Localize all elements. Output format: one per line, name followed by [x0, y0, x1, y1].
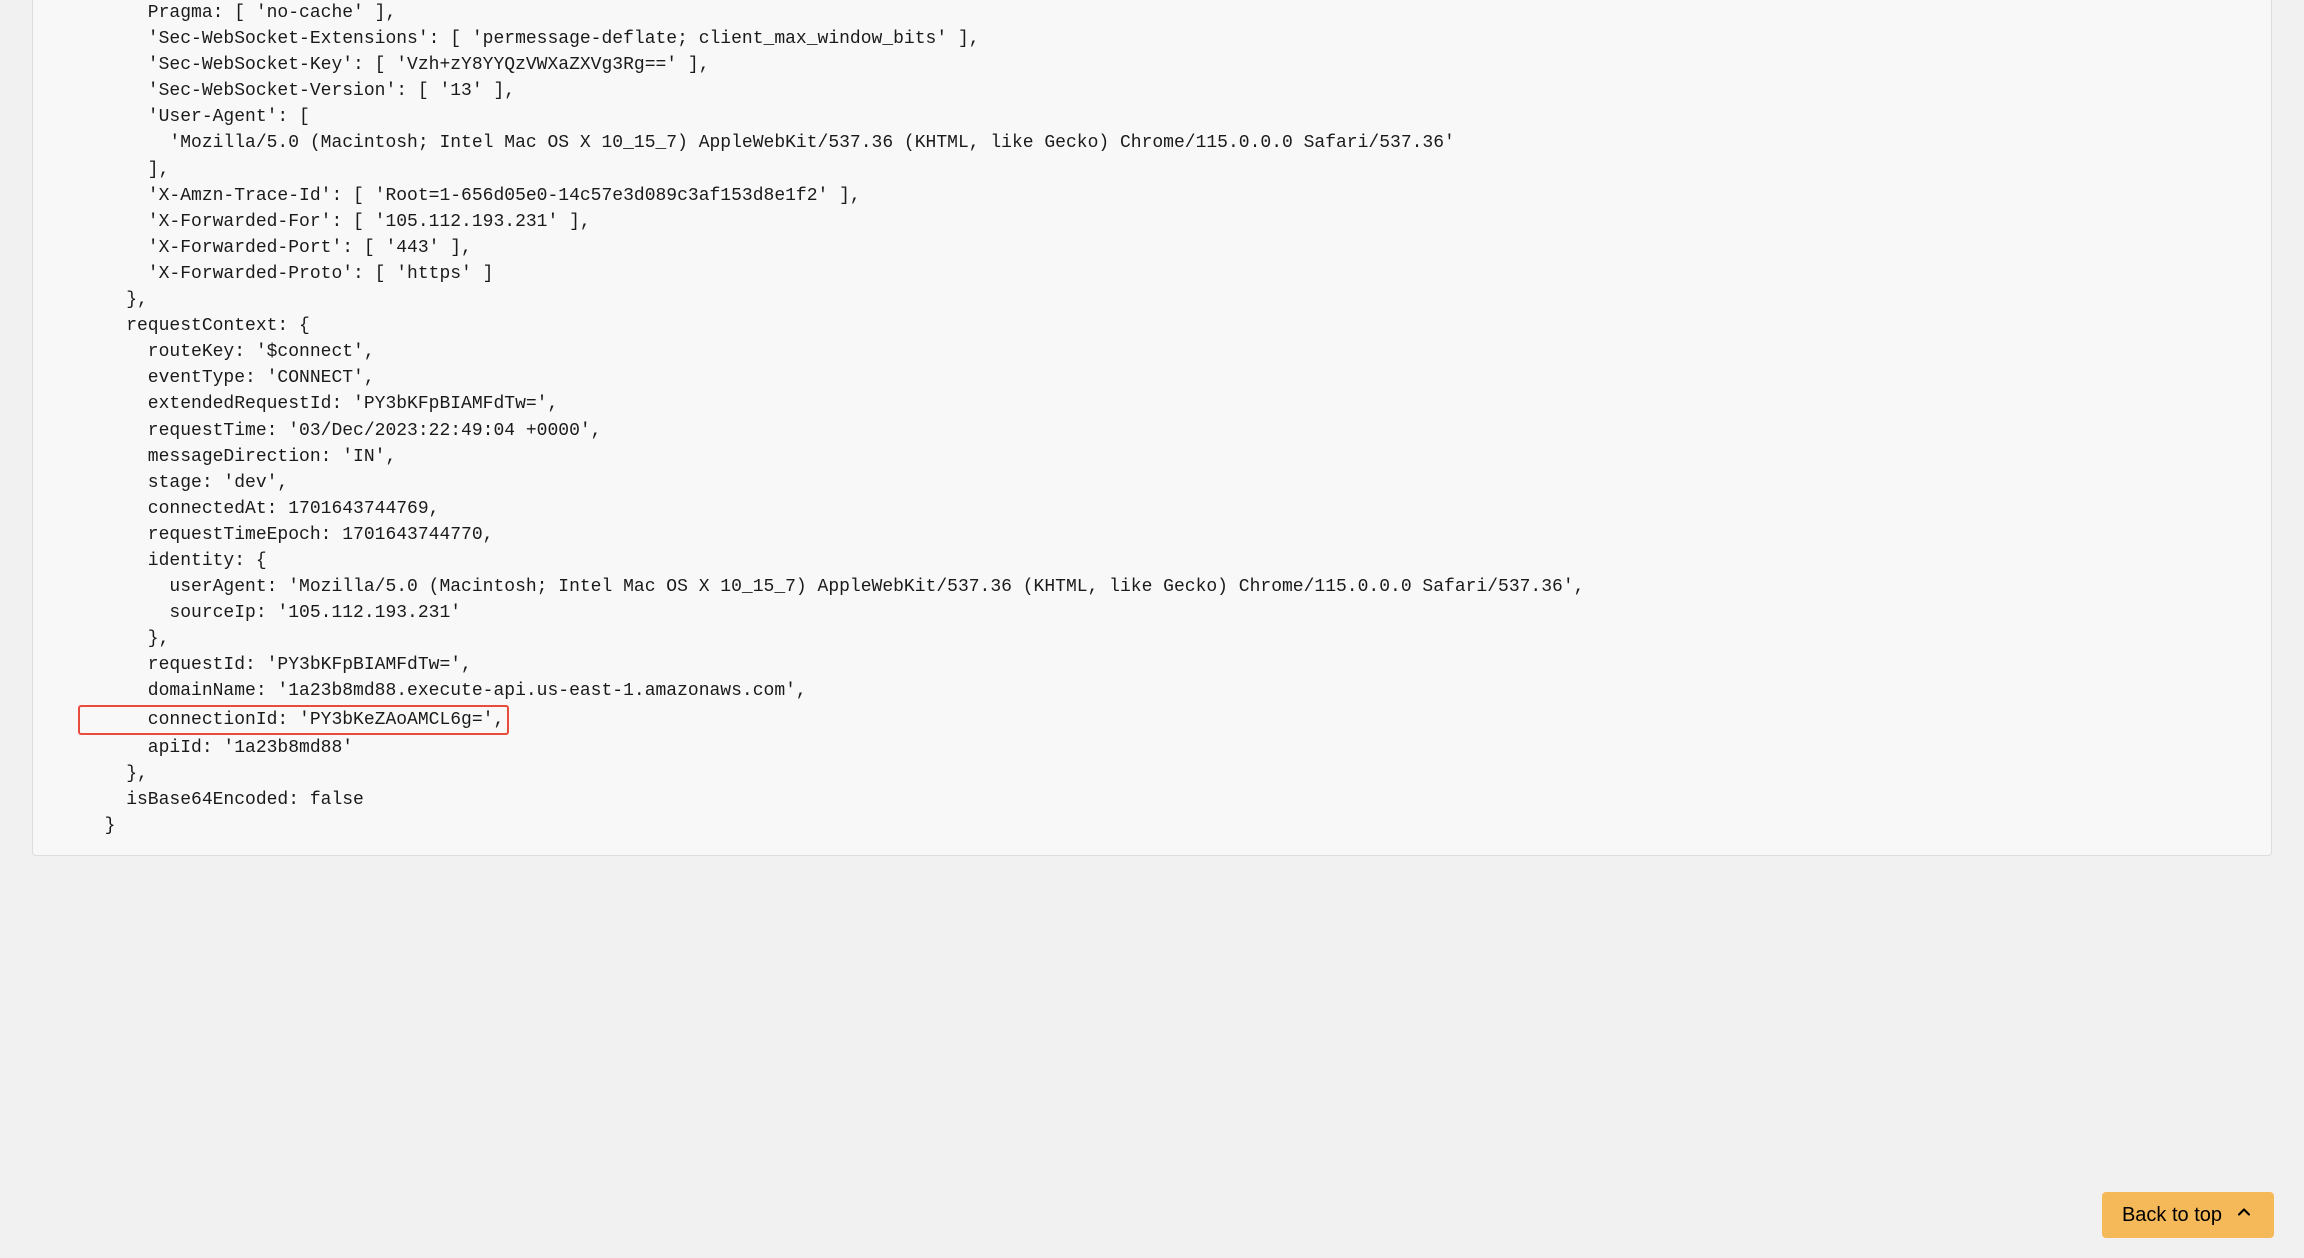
code-line: requestTime: '03/Dec/2023:22:49:04 +0000…	[83, 418, 2271, 444]
code-line: messageDirection: 'IN',	[83, 444, 2271, 470]
code-line: userAgent: 'Mozilla/5.0 (Macintosh; Inte…	[83, 574, 2271, 600]
chevron-up-icon	[2234, 1202, 2254, 1228]
code-line: ],	[83, 157, 2271, 183]
code-line: identity: {	[83, 548, 2271, 574]
code-line: 'X-Amzn-Trace-Id': [ 'Root=1-656d05e0-14…	[83, 183, 2271, 209]
code-line: sourceIp: '105.112.193.231'	[83, 600, 2271, 626]
code-line: 'Mozilla/5.0 (Macintosh; Intel Mac OS X …	[83, 130, 2271, 156]
code-line: },	[83, 287, 2271, 313]
code-line: 'Sec-WebSocket-Key': [ 'Vzh+zY8YYQzVWXaZ…	[83, 52, 2271, 78]
code-line: 'X-Forwarded-Port': [ '443' ],	[83, 235, 2271, 261]
code-line: requestTimeEpoch: 1701643744770,	[83, 522, 2271, 548]
code-line-highlighted: connectionId: 'PY3bKeZAoAMCL6g=',	[83, 705, 2271, 735]
code-block: Pragma: [ 'no-cache' ], 'Sec-WebSocket-E…	[32, 0, 2272, 856]
code-line: }	[83, 813, 2271, 839]
code-line: eventType: 'CONNECT',	[83, 365, 2271, 391]
code-line: domainName: '1a23b8md88.execute-api.us-e…	[83, 678, 2271, 704]
code-line: requestContext: {	[83, 313, 2271, 339]
code-line: apiId: '1a23b8md88'	[83, 735, 2271, 761]
code-line: 'X-Forwarded-For': [ '105.112.193.231' ]…	[83, 209, 2271, 235]
code-line: routeKey: '$connect',	[83, 339, 2271, 365]
code-line: extendedRequestId: 'PY3bKFpBIAMFdTw=',	[83, 391, 2271, 417]
code-line: 'Sec-WebSocket-Extensions': [ 'permessag…	[83, 26, 2271, 52]
highlight-annotation: connectionId: 'PY3bKeZAoAMCL6g=',	[78, 705, 509, 735]
code-line: Pragma: [ 'no-cache' ],	[83, 0, 2271, 26]
code-line: requestId: 'PY3bKFpBIAMFdTw=',	[83, 652, 2271, 678]
back-to-top-button[interactable]: Back to top	[2102, 1192, 2274, 1238]
code-line: },	[83, 761, 2271, 787]
code-line: isBase64Encoded: false	[83, 787, 2271, 813]
code-line: 'Sec-WebSocket-Version': [ '13' ],	[83, 78, 2271, 104]
back-to-top-label: Back to top	[2122, 1204, 2222, 1227]
code-line: connectedAt: 1701643744769,	[83, 496, 2271, 522]
code-line: },	[83, 626, 2271, 652]
code-line: 'User-Agent': [	[83, 104, 2271, 130]
code-line: stage: 'dev',	[83, 470, 2271, 496]
code-line: 'X-Forwarded-Proto': [ 'https' ]	[83, 261, 2271, 287]
page-wrapper: Pragma: [ 'no-cache' ], 'Sec-WebSocket-E…	[0, 0, 2304, 856]
